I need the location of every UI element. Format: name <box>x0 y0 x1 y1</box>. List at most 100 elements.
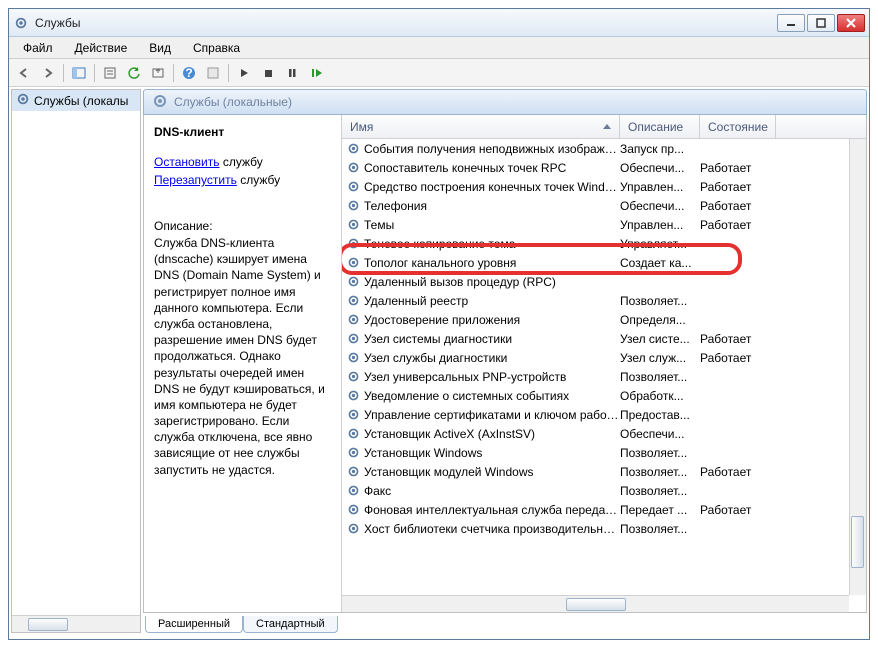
service-desc: Управляет... <box>620 237 700 251</box>
gear-icon <box>346 351 360 364</box>
restart-link[interactable]: Перезапустить <box>154 173 237 187</box>
service-row[interactable]: События получения неподвижных изображени… <box>342 139 866 158</box>
service-desc: Обработк... <box>620 389 700 403</box>
service-name: Узел универсальных PNP-устройств <box>364 370 620 384</box>
gear-icon <box>346 446 360 459</box>
service-row[interactable]: Управление сертификатами и ключом работо… <box>342 405 866 424</box>
tab-standard[interactable]: Стандартный <box>243 616 338 633</box>
service-name: Установщик Windows <box>364 446 620 460</box>
service-row[interactable]: Теневое копирование томаУправляет... <box>342 234 866 253</box>
service-desc: Узел служ... <box>620 351 700 365</box>
window-title: Службы <box>35 16 777 30</box>
service-state: Работает <box>700 199 776 213</box>
service-row[interactable]: Удаленный реестрПозволяет... <box>342 291 866 310</box>
service-name: Фоновая интеллектуальная служба передачи… <box>364 503 620 517</box>
refresh-button[interactable] <box>123 62 145 84</box>
stop-link[interactable]: Остановить <box>154 155 220 169</box>
service-name: Узел системы диагностики <box>364 332 620 346</box>
service-row[interactable]: Установщик ActiveX (AxInstSV)Обеспечи... <box>342 424 866 443</box>
tab-extended[interactable]: Расширенный <box>145 616 243 633</box>
tree-scrollbar[interactable] <box>12 615 140 632</box>
service-desc: Позволяет... <box>620 522 700 536</box>
service-name: Темы <box>364 218 620 232</box>
service-row[interactable]: Средство построения конечных точек Windo… <box>342 177 866 196</box>
menubar: Файл Действие Вид Справка <box>9 37 869 59</box>
tree-root-item[interactable]: Службы (локалы <box>12 90 140 111</box>
service-row[interactable]: ТемыУправлен...Работает <box>342 215 866 234</box>
service-name: Телефония <box>364 199 620 213</box>
service-state: Работает <box>700 503 776 517</box>
service-desc: Позволяет... <box>620 370 700 384</box>
view-tabs: Расширенный Стандартный <box>143 613 867 633</box>
vertical-scrollbar[interactable] <box>849 139 866 595</box>
service-row[interactable]: Сопоставитель конечных точек RPCОбеспечи… <box>342 158 866 177</box>
service-desc: Создает ка... <box>620 256 700 270</box>
service-desc: Позволяет... <box>620 484 700 498</box>
menu-help[interactable]: Справка <box>183 39 250 57</box>
gear-icon <box>346 522 360 535</box>
svg-text:?: ? <box>185 66 192 80</box>
service-row[interactable]: Удаленный вызов процедур (RPC) <box>342 272 866 291</box>
restart-service-button[interactable] <box>305 62 327 84</box>
service-desc: Узел систе... <box>620 332 700 346</box>
service-row[interactable]: ФаксПозволяет... <box>342 481 866 500</box>
titlebar[interactable]: Службы <box>9 9 869 37</box>
services-list: Имя Описание Состояние События получения… <box>342 115 866 612</box>
service-state: Работает <box>700 351 776 365</box>
back-button[interactable] <box>13 62 35 84</box>
service-desc: Управлен... <box>620 180 700 194</box>
service-row[interactable]: Узел системы диагностикиУзел систе...Раб… <box>342 329 866 348</box>
service-name: Тополог канального уровня <box>364 256 620 270</box>
service-row[interactable]: Фоновая интеллектуальная служба передачи… <box>342 500 866 519</box>
horizontal-scrollbar[interactable] <box>342 595 849 612</box>
service-state: Работает <box>700 465 776 479</box>
service-row[interactable]: ТелефонияОбеспечи...Работает <box>342 196 866 215</box>
gear-icon <box>346 218 360 231</box>
export-button[interactable] <box>147 62 169 84</box>
service-row[interactable]: Установщик WindowsПозволяет... <box>342 443 866 462</box>
stop-service-button[interactable] <box>257 62 279 84</box>
help-button[interactable]: ? <box>178 62 200 84</box>
close-button[interactable] <box>837 14 865 32</box>
service-state: Работает <box>700 180 776 194</box>
column-name[interactable]: Имя <box>342 115 620 138</box>
service-state: Работает <box>700 332 776 346</box>
column-state[interactable]: Состояние <box>700 115 776 138</box>
service-row[interactable]: Установщик модулей WindowsПозволяет...Ра… <box>342 462 866 481</box>
column-description[interactable]: Описание <box>620 115 700 138</box>
gear-icon <box>346 237 360 250</box>
sort-asc-icon <box>603 124 611 129</box>
detail-pane: DNS-клиент Остановить службу Перезапусти… <box>144 115 342 612</box>
service-row[interactable]: Тополог канального уровняСоздает ка... <box>342 253 866 272</box>
gear-icon <box>13 15 29 31</box>
forward-button[interactable] <box>37 62 59 84</box>
help2-button[interactable] <box>202 62 224 84</box>
maximize-button[interactable] <box>807 14 835 32</box>
gear-icon <box>16 92 30 109</box>
service-row[interactable]: Удостоверение приложенияОпределя... <box>342 310 866 329</box>
properties-button[interactable] <box>99 62 121 84</box>
service-row[interactable]: Уведомление о системных событияхОбработк… <box>342 386 866 405</box>
gear-icon <box>346 313 360 326</box>
service-row[interactable]: Узел службы диагностикиУзел служ...Работ… <box>342 348 866 367</box>
show-hide-tree-button[interactable] <box>68 62 90 84</box>
menu-file[interactable]: Файл <box>13 39 63 57</box>
menu-view[interactable]: Вид <box>139 39 181 57</box>
start-service-button[interactable] <box>233 62 255 84</box>
gear-icon <box>346 370 360 383</box>
service-name: События получения неподвижных изображени… <box>364 142 620 156</box>
service-row[interactable]: Хост библиотеки счетчика производительно… <box>342 519 866 538</box>
service-desc: Передает ... <box>620 503 700 517</box>
service-name: Уведомление о системных событиях <box>364 389 620 403</box>
service-state: Работает <box>700 161 776 175</box>
pause-service-button[interactable] <box>281 62 303 84</box>
gear-icon <box>346 275 360 288</box>
gear-icon <box>346 142 360 155</box>
gear-icon <box>346 199 360 212</box>
service-name: Удаленный реестр <box>364 294 620 308</box>
menu-action[interactable]: Действие <box>65 39 138 57</box>
minimize-button[interactable] <box>777 14 805 32</box>
service-name: Управление сертификатами и ключом работо… <box>364 408 620 422</box>
service-desc: Обеспечи... <box>620 161 700 175</box>
service-row[interactable]: Узел универсальных PNP-устройствПозволяе… <box>342 367 866 386</box>
